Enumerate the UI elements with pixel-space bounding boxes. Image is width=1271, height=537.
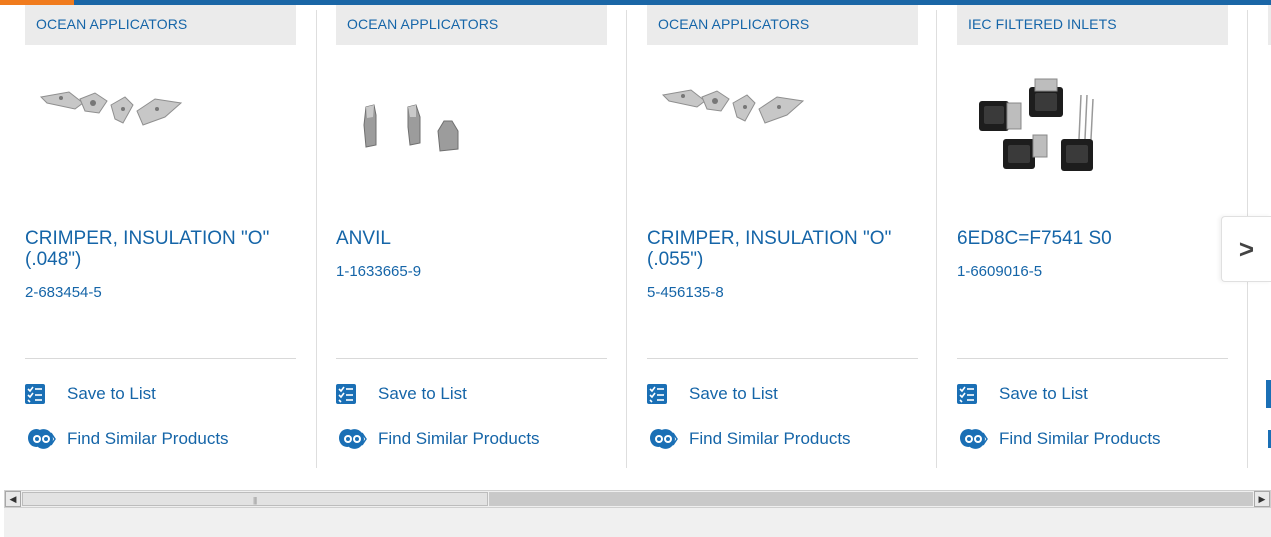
checklist-icon xyxy=(336,384,356,404)
product-card: OCEAN APPLICATORS CRIMPER, INSULATION "O… xyxy=(647,5,918,463)
find-similar-button[interactable]: Find Similar Products xyxy=(25,427,229,451)
product-carousel: OCEAN APPLICATORS CRIMPER, INSULATION "O… xyxy=(0,5,1271,473)
product-category[interactable]: IEC FILTERED INLETS xyxy=(957,5,1228,45)
iec-inlet-image xyxy=(979,78,1094,171)
product-image[interactable] xyxy=(957,65,1228,200)
crimper-parts-image xyxy=(39,91,183,126)
anvil-parts-image xyxy=(363,104,459,152)
grip-icon: ||| xyxy=(253,496,257,505)
product-card: OCEAN APPLICATORS CRIMPER, INSULATION "O… xyxy=(25,5,296,463)
find-similar-button[interactable]: Find Similar Products xyxy=(957,427,1161,451)
scrollbar-track[interactable] xyxy=(489,492,1253,506)
checklist-icon xyxy=(647,384,667,404)
product-category[interactable]: OCEAN APPLICATORS xyxy=(647,5,918,45)
product-image[interactable] xyxy=(647,65,918,200)
find-similar-icon xyxy=(25,428,59,450)
find-similar-icon xyxy=(957,428,991,450)
scrollbar-thumb[interactable]: ||| xyxy=(22,492,488,506)
product-card: IEC FILTERED INLETS 6ED8C=F7541 S0 1-660… xyxy=(957,5,1228,463)
product-category[interactable]: OCEAN APPLICATORS xyxy=(336,5,607,45)
save-to-list-button[interactable]: Save to List xyxy=(336,382,467,406)
scroll-left-button[interactable]: ◀ xyxy=(5,491,21,507)
find-similar-label: Find Similar Products xyxy=(689,429,851,448)
find-similar-button[interactable]: Find Similar Products xyxy=(647,427,851,451)
horizontal-scrollbar[interactable]: ◀ ||| ▶ xyxy=(4,490,1271,508)
part-number[interactable]: 5-456135-8 xyxy=(647,284,724,301)
part-number[interactable]: 2-683454-5 xyxy=(25,284,102,301)
find-similar-label: Find Similar Products xyxy=(67,429,229,448)
save-to-list-label: Save to List xyxy=(378,384,467,403)
checklist-icon xyxy=(957,384,977,404)
product-card: OCEAN APPLICATORS ANVIL 1-1633665-9 Save… xyxy=(336,5,607,463)
footer-area xyxy=(4,508,1271,537)
save-to-list-label: Save to List xyxy=(689,384,778,403)
save-to-list-label: Save to List xyxy=(999,384,1088,403)
product-title[interactable]: ANVIL xyxy=(336,228,596,249)
product-title[interactable]: CRIMPER, INSULATION "O"(.055") xyxy=(647,228,907,270)
save-to-list-label: Save to List xyxy=(67,384,156,403)
product-image[interactable] xyxy=(336,65,607,200)
save-to-list-button[interactable]: Save to List xyxy=(25,382,156,406)
find-similar-label: Find Similar Products xyxy=(378,429,540,448)
save-to-list-button[interactable]: Save to List xyxy=(647,382,778,406)
product-title[interactable]: CRIMPER, INSULATION "O"(.048") xyxy=(25,228,285,270)
card-divider-rule xyxy=(647,358,918,359)
card-divider-rule xyxy=(957,358,1228,359)
card-divider-rule xyxy=(336,358,607,359)
card-divider-rule xyxy=(25,358,296,359)
carousel-next-button[interactable]: > xyxy=(1221,216,1271,282)
checklist-icon xyxy=(25,384,45,404)
product-image[interactable] xyxy=(25,65,296,200)
product-title[interactable]: 6ED8C=F7541 S0 xyxy=(957,228,1217,249)
find-similar-button[interactable]: Find Similar Products xyxy=(336,427,540,451)
crimper-parts-image xyxy=(661,89,805,124)
scroll-right-button[interactable]: ▶ xyxy=(1254,491,1270,507)
product-category[interactable]: OCEAN APPLICATORS xyxy=(25,5,296,45)
find-similar-label: Find Similar Products xyxy=(999,429,1161,448)
card-separator xyxy=(316,10,317,468)
next-card-save-peek xyxy=(1266,380,1271,408)
find-similar-icon xyxy=(336,428,370,450)
card-separator xyxy=(626,10,627,468)
part-number[interactable]: 1-6609016-5 xyxy=(957,263,1042,280)
save-to-list-button[interactable]: Save to List xyxy=(957,382,1088,406)
chevron-right-icon: > xyxy=(1238,233,1255,264)
part-number[interactable]: 1-1633665-9 xyxy=(336,263,421,280)
find-similar-icon xyxy=(647,428,681,450)
card-separator xyxy=(936,10,937,468)
